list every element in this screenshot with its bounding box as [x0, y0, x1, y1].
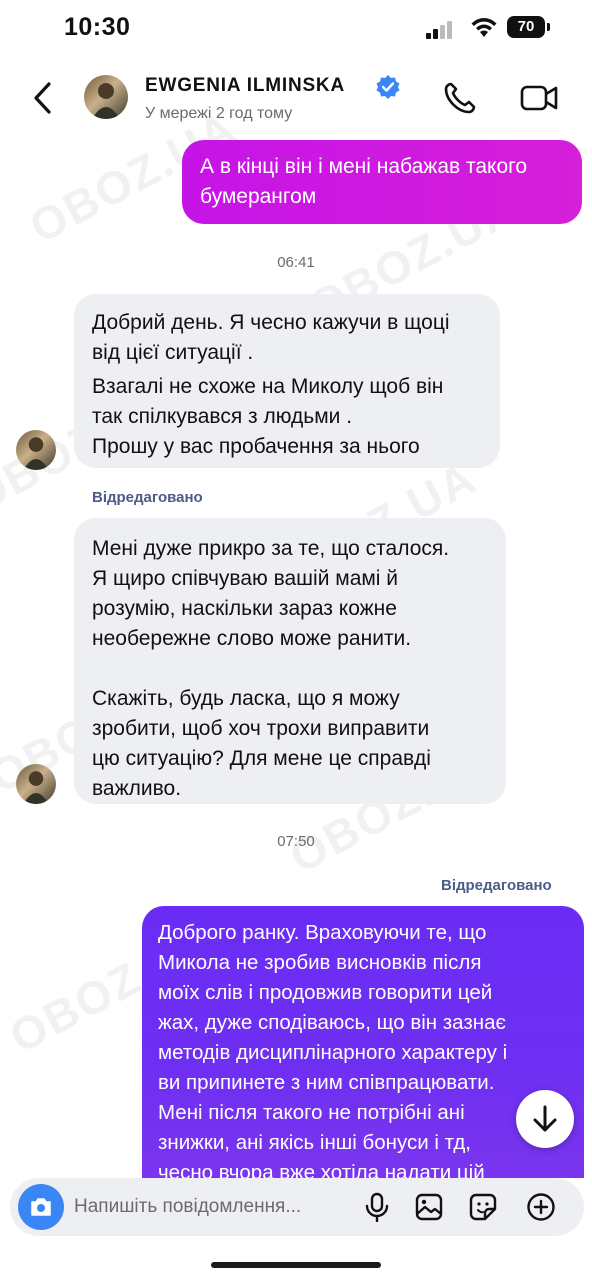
incoming-message[interactable]: Добрий день. Я чесно кажучи в щоці від ц…	[74, 294, 500, 468]
contact-avatar[interactable]	[84, 75, 128, 119]
message-timestamp: 06:41	[277, 254, 315, 271]
message-line: Взагалі не схоже на Миколу щоб він	[92, 375, 444, 398]
message-input[interactable]	[74, 1193, 354, 1221]
battery-level: 70	[517, 18, 535, 35]
message-line: Добрий день. Я чесно кажучи в щоці	[92, 311, 450, 334]
add-icon[interactable]	[526, 1192, 556, 1222]
camera-button[interactable]	[18, 1184, 64, 1230]
scroll-to-bottom-button[interactable]	[516, 1090, 574, 1148]
edited-label: Відредаговано	[92, 489, 203, 506]
message-text: Мені дуже прикро за те, що сталося. Я щи…	[92, 537, 450, 800]
message-timestamp: 07:50	[277, 833, 315, 850]
incoming-message[interactable]: Мені дуже прикро за те, що сталося. Я щи…	[74, 518, 506, 804]
contact-name[interactable]: EWGENIA ILMINSKA	[145, 75, 345, 97]
verified-badge-icon	[376, 75, 400, 99]
outgoing-message[interactable]: Доброго ранку. Враховуючи те, що Микола …	[142, 906, 584, 1184]
sender-avatar[interactable]	[16, 430, 56, 470]
sender-avatar[interactable]	[16, 764, 56, 804]
message-text: Доброго ранку. Враховуючи те, що Микола …	[158, 921, 508, 1184]
outgoing-message[interactable]: А в кінці він і мені набажав такого буме…	[182, 140, 582, 224]
message-composer	[10, 1178, 584, 1236]
message-line: так спілкувався з людьми .	[92, 405, 353, 428]
back-arrow-icon[interactable]	[28, 80, 58, 116]
message-text: А в кінці він і мені набажав такого буме…	[200, 155, 528, 208]
wifi-icon	[471, 18, 497, 37]
message-line: Прошу у вас пробачення за нього	[92, 435, 420, 458]
message-line: від цієї ситуації .	[92, 341, 254, 364]
chat-header: EWGENIA ILMINSKA У мережі 2 год тому	[0, 58, 592, 138]
camera-icon	[31, 1198, 51, 1216]
home-indicator	[211, 1262, 381, 1268]
signal-icon	[426, 21, 452, 39]
edited-label: Відредаговано	[441, 877, 552, 894]
arrow-down-icon	[533, 1105, 557, 1132]
status-bar: 10:30 70	[0, 0, 592, 58]
gallery-icon[interactable]	[414, 1192, 444, 1222]
battery-icon: 70	[507, 16, 545, 38]
status-time: 10:30	[64, 13, 131, 41]
presence-status: У мережі 2 год тому	[145, 105, 293, 122]
microphone-icon[interactable]	[362, 1192, 392, 1222]
sticker-icon[interactable]	[468, 1192, 498, 1222]
battery-tip	[547, 23, 550, 31]
phone-call-icon[interactable]	[442, 80, 478, 116]
video-call-icon[interactable]	[519, 82, 559, 114]
